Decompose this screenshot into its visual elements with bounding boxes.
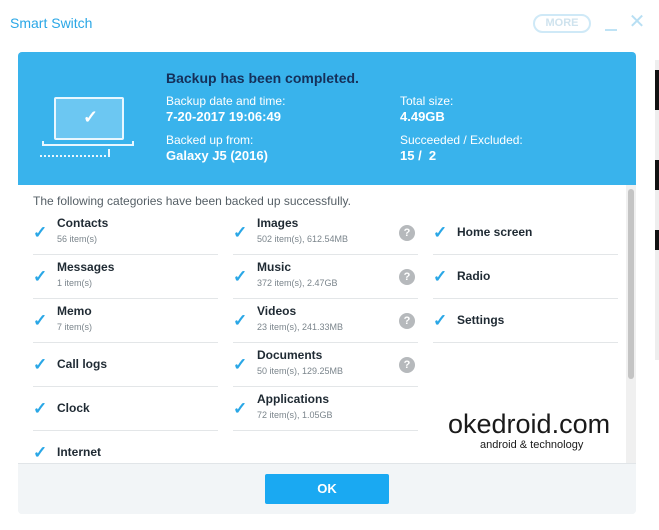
help-icon[interactable]: ? (399, 269, 415, 285)
help-icon[interactable]: ? (399, 313, 415, 329)
backup-date-value: 7-20-2017 19:06:49 (166, 109, 281, 124)
check-icon: ✓ (433, 223, 448, 242)
check-icon: ✓ (233, 399, 248, 418)
app-title: Smart Switch (10, 15, 93, 31)
help-icon[interactable]: ? (399, 357, 415, 373)
category-settings: ✓ Settings (433, 299, 618, 343)
watermark-main: okedroid.com (448, 409, 611, 439)
laptop-check-icon: ✓ (40, 95, 135, 165)
check-icon: ✓ (233, 267, 248, 286)
check-icon: ✓ (233, 223, 248, 242)
backup-complete-dialog: ✓ Backup has been completed. Backup date… (18, 52, 636, 514)
check-icon: ✓ (33, 311, 48, 330)
category-call-logs: ✓ Call logs (33, 343, 218, 387)
check-icon: ✓ (233, 311, 248, 330)
ok-button[interactable]: OK (265, 474, 389, 504)
title-bar: Smart Switch MORE ✕ (0, 0, 659, 48)
category-documents: ✓ Documents 50 item(s), 129.25MB ? (233, 343, 418, 387)
category-list: The following categories have been backe… (18, 185, 636, 463)
category-clock: ✓ Clock (33, 387, 218, 431)
check-icon: ✓ (33, 267, 48, 286)
check-icon: ✓ (33, 223, 48, 242)
completion-heading: Backup has been completed. (166, 70, 359, 86)
watermark: okedroid.com android & technology (448, 409, 618, 451)
category-memo: ✓ Memo 7 item(s) (33, 299, 218, 343)
check-icon: ✓ (33, 399, 48, 418)
dialog-footer: OK (18, 463, 636, 514)
more-button[interactable]: MORE (533, 14, 591, 33)
category-messages: ✓ Messages 1 item(s) (33, 255, 218, 299)
category-contacts: ✓ Contacts 56 item(s) (33, 211, 218, 255)
total-size-label: Total size: (400, 94, 454, 108)
scrollbar[interactable] (626, 185, 636, 463)
category-home-screen: ✓ Home screen (433, 211, 618, 255)
category-music: ✓ Music 372 item(s), 2.47GB ? (233, 255, 418, 299)
result-label: Succeeded / Excluded: (400, 133, 523, 147)
help-icon[interactable]: ? (399, 225, 415, 241)
minimize-icon[interactable] (604, 14, 618, 32)
backed-up-from-label: Backed up from: (166, 133, 254, 147)
device-name: Galaxy J5 (2016) (166, 148, 268, 163)
backup-date-label: Backup date and time: (166, 94, 286, 108)
category-applications: ✓ Applications 72 item(s), 1.05GB (233, 387, 418, 431)
category-videos: ✓ Videos 23 item(s), 241.33MB ? (233, 299, 418, 343)
check-icon: ✓ (33, 443, 48, 462)
category-internet: ✓ Internet (33, 443, 102, 462)
total-size-value: 4.49GB (400, 109, 445, 124)
category-radio: ✓ Radio (433, 255, 618, 299)
intro-text: The following categories have been backe… (33, 194, 351, 208)
check-icon: ✓ (33, 355, 48, 374)
category-images: ✓ Images 502 item(s), 612.54MB ? (233, 211, 418, 255)
check-icon: ✓ (233, 355, 248, 374)
scrollbar-thumb[interactable] (628, 189, 634, 379)
check-icon: ✓ (433, 267, 448, 286)
watermark-sub: android & technology (480, 439, 584, 451)
background-window-edge (655, 60, 659, 360)
close-icon[interactable]: ✕ (628, 12, 646, 32)
result-value: 15 / 2 (400, 148, 437, 163)
summary-banner: ✓ Backup has been completed. Backup date… (18, 52, 636, 185)
check-icon: ✓ (433, 311, 448, 330)
